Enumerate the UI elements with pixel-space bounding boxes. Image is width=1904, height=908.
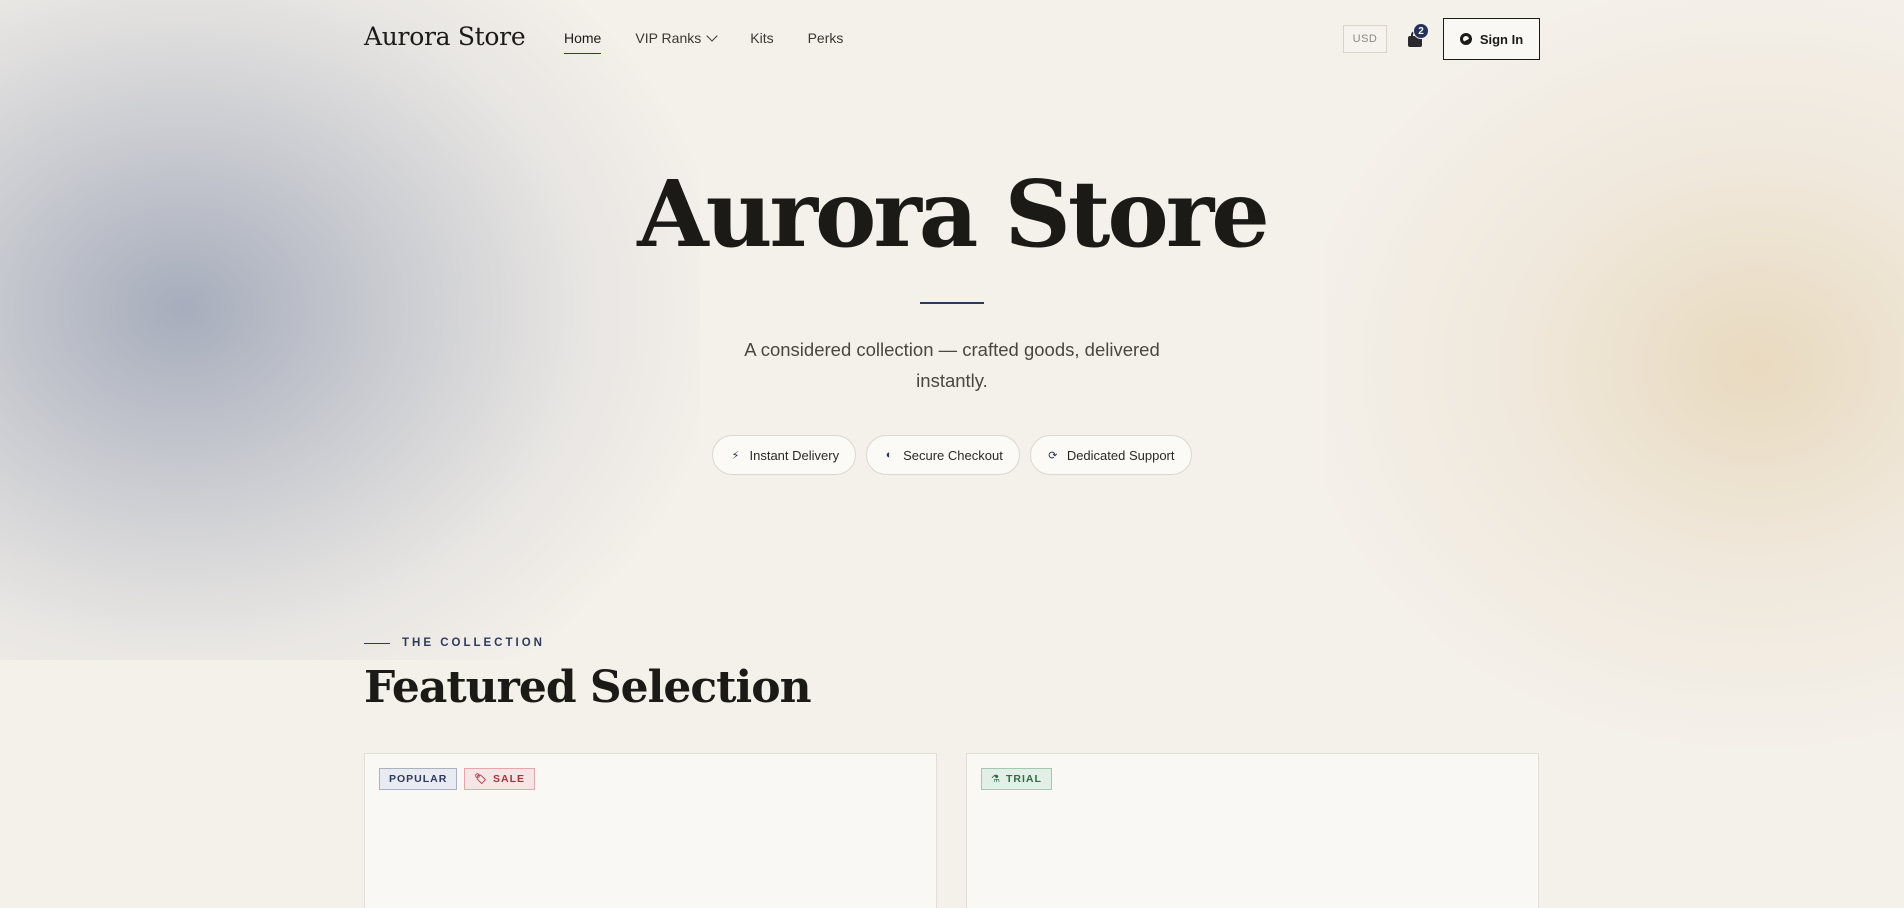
section-title: Featured Selection xyxy=(364,662,812,713)
nav-link-vip-ranks[interactable]: VIP Ranks xyxy=(635,29,718,46)
trial-badge: ⚗ TRIAL xyxy=(981,768,1052,790)
cart-count-badge: 2 xyxy=(1413,23,1429,39)
pill-secure-checkout: ◐ Secure Checkout xyxy=(866,435,1020,475)
pill-dedicated-support: ⟳ Dedicated Support xyxy=(1029,435,1192,475)
hero-divider xyxy=(920,302,984,304)
hero-subtitle: A considered collection — crafted goods,… xyxy=(744,339,1160,391)
flask-icon: ⚗ xyxy=(991,773,1001,785)
badge-label: POPULAR xyxy=(389,773,448,785)
nav-link-label: Perks xyxy=(807,30,844,46)
top-nav: Aurora Store Home VIP Ranks Kits Perks U… xyxy=(0,0,1904,78)
product-card[interactable]: POPULAR 🏷 SALE xyxy=(364,753,937,908)
product-card[interactable]: ⚗ TRIAL xyxy=(966,753,1539,908)
popular-badge: POPULAR xyxy=(379,768,458,790)
chevron-down-icon xyxy=(706,29,718,42)
sign-in-button[interactable]: Sign In xyxy=(1443,18,1540,60)
card-tags: ⚗ TRIAL xyxy=(981,768,1052,790)
sign-in-label: Sign In xyxy=(1479,31,1524,47)
nav-link-label: Kits xyxy=(750,30,774,46)
hero-title: Aurora Store xyxy=(637,160,1270,268)
nav-link-perks[interactable]: Perks xyxy=(808,30,844,46)
nav-link-label: Home xyxy=(564,30,602,46)
pill-label: Secure Checkout xyxy=(903,447,1003,463)
badge-label: SALE xyxy=(493,773,526,785)
page: Aurora Store Home VIP Ranks Kits Perks U… xyxy=(0,0,1904,908)
currency-selector[interactable]: USD xyxy=(1343,25,1387,53)
feature-pills: ⚡ Instant Delivery ◐ Secure Checkout ⟳ D… xyxy=(0,435,1904,475)
support-icon: ⟳ xyxy=(1048,449,1058,462)
badge-label: TRIAL xyxy=(1005,773,1042,785)
eyebrow-text: THE COLLECTION xyxy=(402,637,545,649)
nav-link-label: VIP Ranks xyxy=(635,30,702,46)
tag-icon: 🏷 xyxy=(474,773,489,785)
nav-link-kits[interactable]: Kits xyxy=(750,30,773,46)
brand-logo[interactable]: Aurora Store xyxy=(364,22,526,51)
pill-label: Dedicated Support xyxy=(1066,447,1175,463)
background-blob-left xyxy=(0,0,700,660)
steam-icon xyxy=(1459,33,1472,45)
pill-instant-delivery: ⚡ Instant Delivery xyxy=(712,435,857,475)
eyebrow-line xyxy=(364,642,390,644)
shield-icon: ◐ xyxy=(885,449,893,461)
nav-links: Home VIP Ranks Kits Perks xyxy=(564,29,844,54)
sale-badge: 🏷 SALE xyxy=(464,768,536,790)
bolt-icon: ⚡ xyxy=(731,449,740,462)
section-eyebrow: THE COLLECTION xyxy=(364,637,545,649)
pill-label: Instant Delivery xyxy=(749,447,840,463)
card-tags: POPULAR 🏷 SALE xyxy=(379,768,536,790)
nav-link-home[interactable]: Home xyxy=(564,30,602,54)
background-blob-right xyxy=(1324,0,1904,760)
